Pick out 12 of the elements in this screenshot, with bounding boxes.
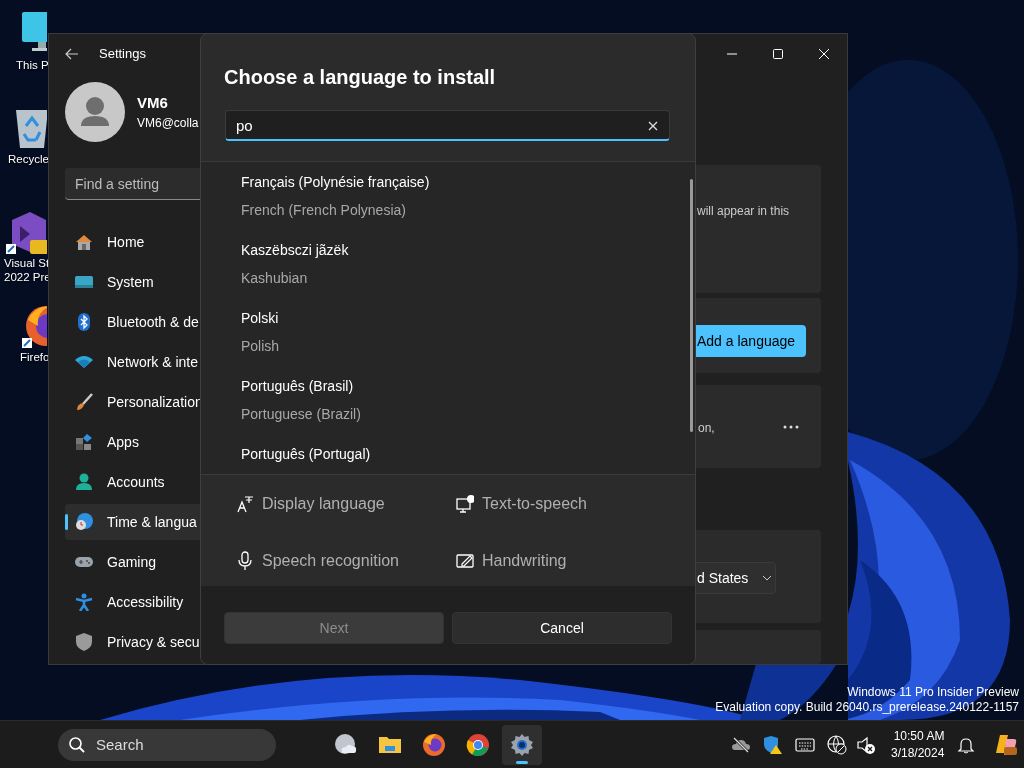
feature-label: Text-to-speech	[482, 494, 587, 514]
dialog-title: Choose a language to install	[224, 65, 497, 90]
window-title: Settings	[99, 45, 146, 64]
desktop-icon-label: This P	[16, 58, 49, 72]
feature-label: Speech recognition	[262, 551, 399, 571]
user-email: VM6@colla	[137, 115, 199, 133]
feature-label: Display language	[262, 494, 385, 514]
description-text: on,	[698, 419, 715, 437]
desktop-icon-label: Recycle	[8, 152, 49, 166]
user-name: VM6	[137, 92, 169, 113]
feature-label: Handwriting	[482, 551, 567, 571]
description-text: will appear in this	[697, 204, 790, 218]
